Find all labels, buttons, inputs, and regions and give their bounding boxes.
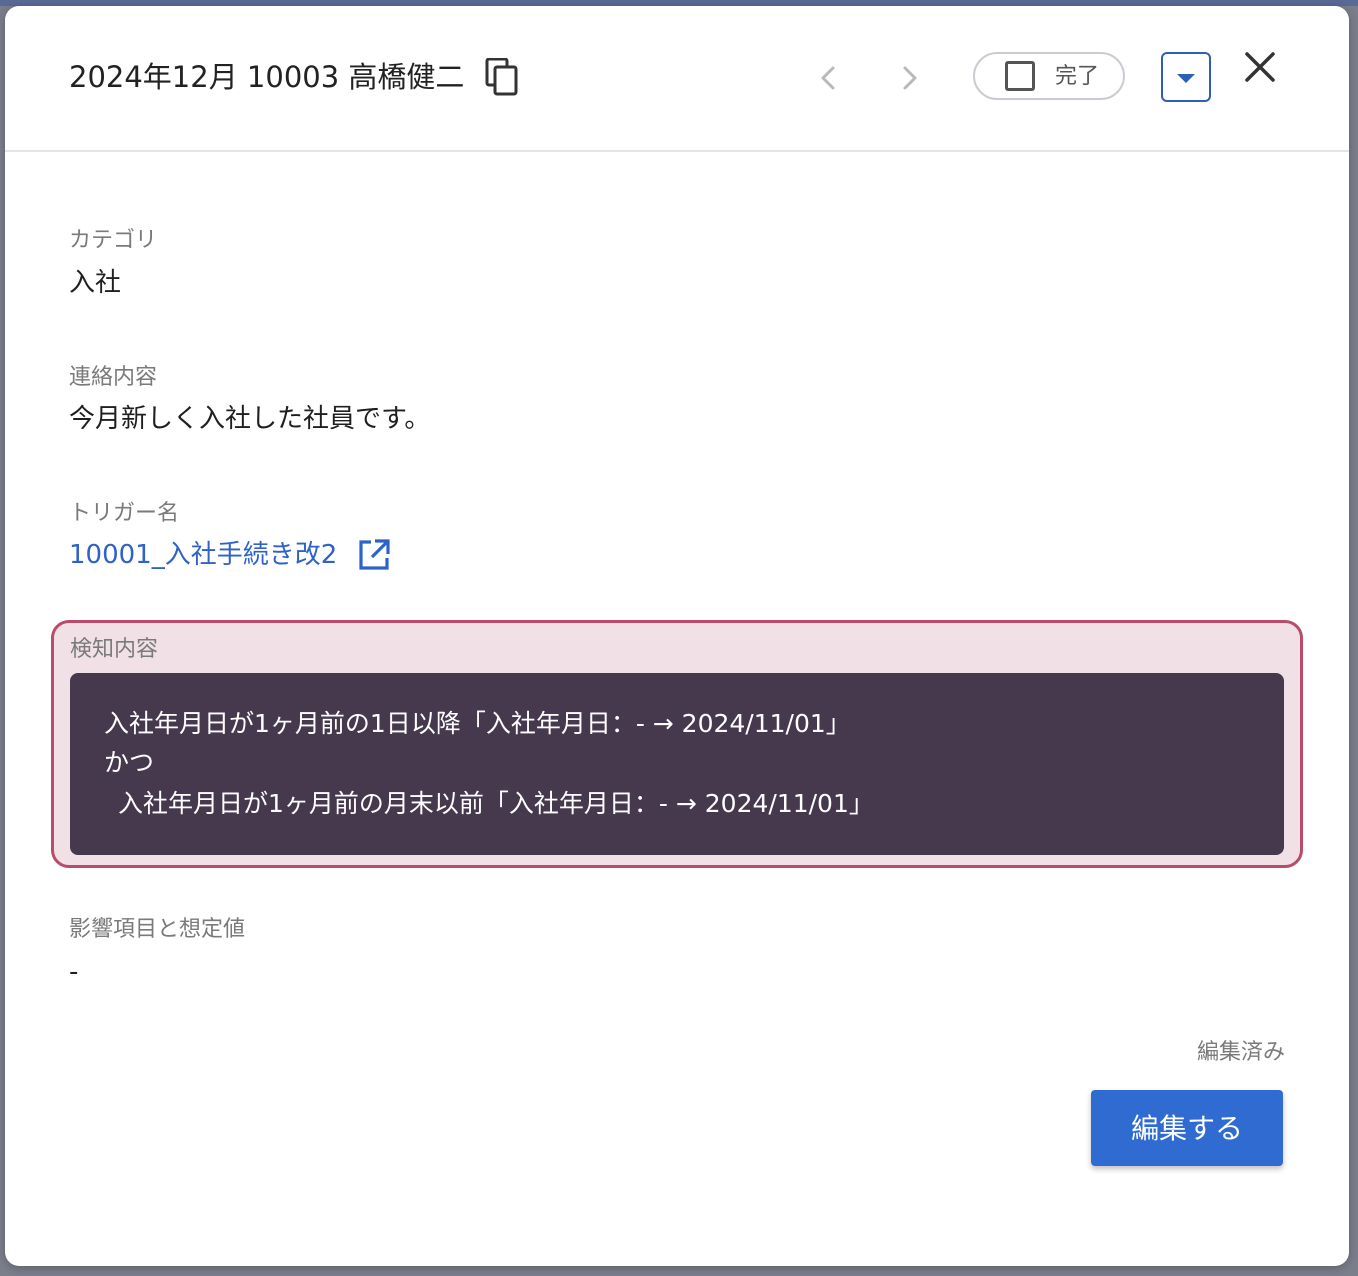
- chevron-left-icon[interactable]: [813, 60, 845, 96]
- edit-button[interactable]: 編集する: [1091, 1090, 1283, 1166]
- contact-label: 連絡内容: [69, 365, 158, 390]
- done-checkbox[interactable]: [1005, 61, 1035, 91]
- detection-panel: 検知内容 入社年月日が1ヶ月前の1日以降「入社年月日：- → 2024/11/0…: [51, 620, 1303, 868]
- chevron-right-icon[interactable]: [893, 60, 925, 96]
- caret-down-icon: [1177, 74, 1195, 83]
- category-value: 入社: [69, 268, 122, 298]
- close-icon[interactable]: [1241, 48, 1281, 88]
- done-label: 完了: [1055, 64, 1100, 89]
- detection-label: 検知内容: [70, 637, 159, 662]
- edited-status: 編集済み: [1196, 1040, 1285, 1065]
- detection-line: 入社年月日が1ヶ月前の1日以降「入社年月日：- → 2024/11/01」: [104, 709, 851, 738]
- detection-line: 入社年月日が1ヶ月前の月末以前「入社年月日：- → 2024/11/01」: [118, 789, 874, 818]
- menu-dropdown-button[interactable]: [1161, 52, 1211, 102]
- detection-content: 入社年月日が1ヶ月前の1日以降「入社年月日：- → 2024/11/01」 かつ…: [70, 673, 1284, 855]
- detection-line: かつ: [104, 748, 155, 777]
- done-toggle[interactable]: 完了: [973, 52, 1125, 100]
- trigger-label: トリガー名: [69, 501, 180, 526]
- dialog-title: 2024年12月 10003 高橋健二: [69, 60, 465, 94]
- external-link-icon[interactable]: [357, 538, 391, 572]
- impact-value: -: [69, 957, 79, 987]
- contact-value: 今月新しく入社した社員です。: [69, 404, 431, 434]
- dialog-header: 2024年12月 10003 高橋健二 完了: [5, 6, 1349, 152]
- copy-icon[interactable]: [485, 58, 519, 96]
- category-label: カテゴリ: [69, 228, 158, 253]
- detail-dialog: 2024年12月 10003 高橋健二 完了 カテゴリ 入社 連絡内容 今月新し…: [5, 6, 1349, 1266]
- trigger-link[interactable]: 10001_入社手続き改2: [69, 537, 337, 573]
- impact-label: 影響項目と想定値: [69, 917, 246, 942]
